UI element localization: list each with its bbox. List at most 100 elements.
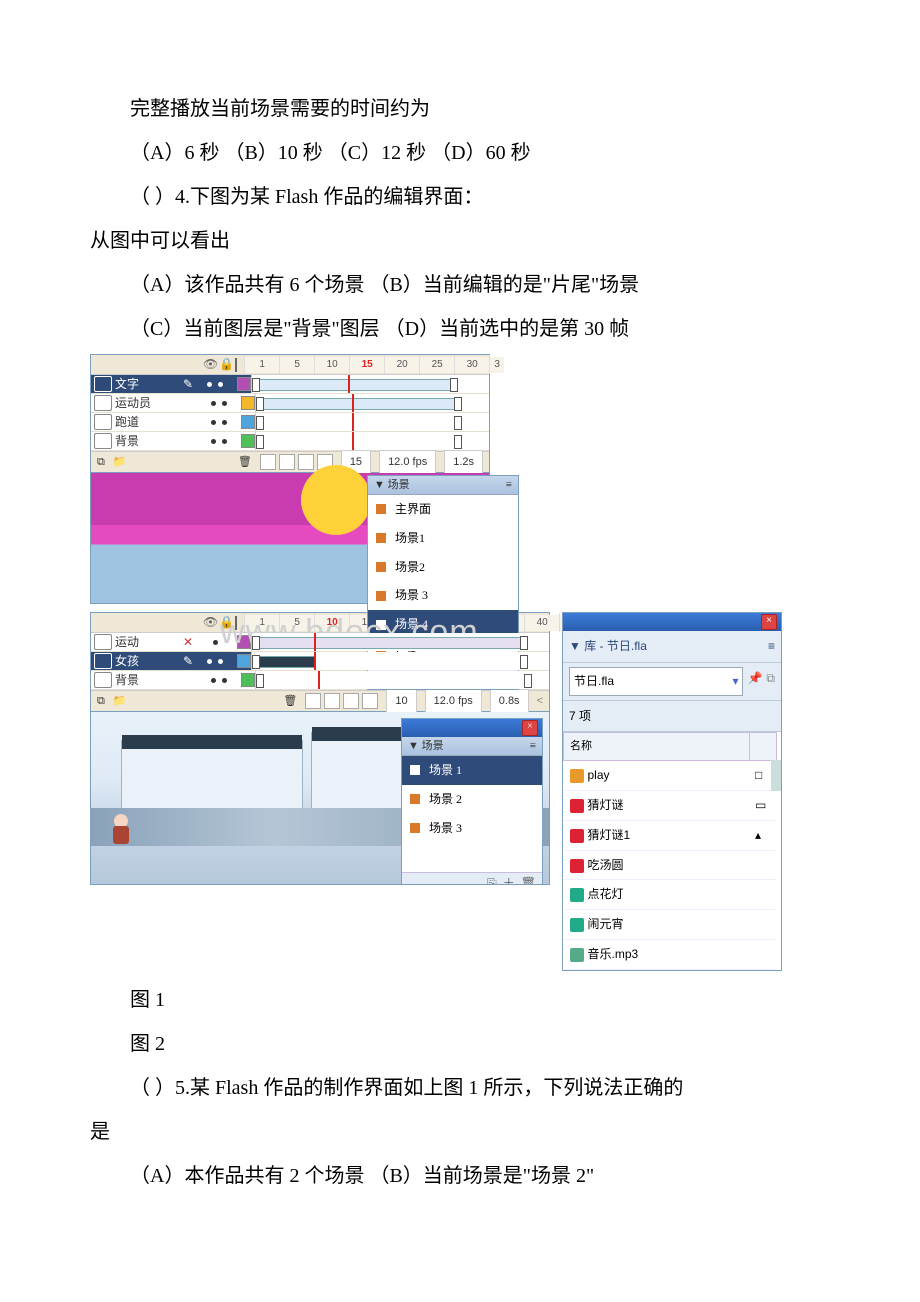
timeline-status: ⧉ 📁 🗑 15 12.0 fps 1.2s xyxy=(91,451,489,472)
elapsed-time: 0.8s xyxy=(490,689,529,714)
q3-options: （A）6 秒 （B）10 秒 （C）12 秒 （D）60 秒 xyxy=(90,134,820,172)
movieclip-icon xyxy=(570,829,584,843)
layer-color xyxy=(237,654,251,668)
close-icon[interactable]: × xyxy=(522,720,538,736)
layer-row[interactable]: 背景 xyxy=(91,432,489,451)
layer-type-icon xyxy=(94,395,112,411)
outline-icon xyxy=(235,616,237,630)
q3-line1: 完整播放当前场景需要的时间约为 xyxy=(90,90,820,128)
column-header[interactable]: 名称 xyxy=(564,733,750,761)
layer-color xyxy=(237,377,251,391)
scene-panel-title: ▼ 场景 xyxy=(408,736,444,757)
scene-item-selected[interactable]: 场景 1 xyxy=(402,756,542,785)
q4-stem: （ ）4.下图为某 Flash 作品的编辑界面： xyxy=(90,178,820,216)
add-layer-icon[interactable]: ⧉ xyxy=(97,452,105,473)
layer-type-icon xyxy=(94,653,112,669)
list-item[interactable]: play□ xyxy=(564,761,777,791)
eye-icon: 👁 xyxy=(203,611,218,634)
add-layer-icon[interactable]: ⧉ xyxy=(97,691,105,712)
graphic-icon xyxy=(570,888,584,902)
movieclip-icon xyxy=(570,799,584,813)
library-title: ▼ 库 - 节日.fla xyxy=(569,639,647,653)
fig2-label: 图 2 xyxy=(90,1025,820,1063)
delete-scene-icon[interactable]: 🗑 xyxy=(521,872,536,885)
layer-type-icon xyxy=(94,414,112,430)
layer-color xyxy=(241,434,255,448)
panel-menu-icon[interactable]: ≡ xyxy=(506,475,512,496)
button-symbol-icon xyxy=(570,769,584,783)
library-table: 名称 play□ 猜灯谜▭ 猜灯谜1▴ 吃汤圆 点花灯 闹元宵 音乐.mp3 xyxy=(563,732,781,969)
q5-optA: （A）本作品共有 2 个场景 （B）当前场景是"场景 2" xyxy=(90,1157,820,1195)
list-item[interactable]: 闹元宵 xyxy=(564,910,777,940)
eye-icon: 👁 xyxy=(203,353,218,376)
trash-icon[interactable]: 🗑 xyxy=(283,691,297,712)
q4-optA: （A）该作品共有 6 个场景 （B）当前编辑的是"片尾"场景 xyxy=(90,266,820,304)
layer-name: 背景 xyxy=(115,669,183,692)
trash-icon[interactable]: 🗑 xyxy=(238,452,252,473)
fps-value: 12.0 fps xyxy=(425,689,482,714)
onion-skin-icons[interactable] xyxy=(305,693,378,709)
q4-optC: （C）当前图层是"背景"图层 （D）当前选中的是第 30 帧 xyxy=(90,310,820,348)
elapsed-time: 1.2s xyxy=(444,450,483,475)
duplicate-scene-icon[interactable]: ⎘ xyxy=(487,872,497,885)
add-scene-icon[interactable]: ＋ xyxy=(503,872,515,885)
lock-icon: 🔒 xyxy=(219,353,234,376)
list-item[interactable]: 猜灯谜▭ xyxy=(564,791,777,821)
layer-list: 文字 ✎ 运动员 xyxy=(91,375,489,451)
fig1-label: 图 1 xyxy=(90,981,820,1019)
stage-canvas: × ▼ 场景 ≡ 场景 1 场景 2 场景 3 ⎘ ＋ 🗑 xyxy=(90,712,550,885)
layer-color xyxy=(241,415,255,429)
lock-icon: 🔒 xyxy=(219,611,234,634)
layer-type-icon xyxy=(94,672,112,688)
list-item[interactable]: 吃汤圆 xyxy=(564,850,777,880)
frame-track[interactable] xyxy=(251,375,489,393)
frame-ruler: 1510152025303 xyxy=(244,357,504,373)
movieclip-icon xyxy=(570,859,584,873)
close-icon[interactable]: × xyxy=(761,614,777,630)
library-item-count: 7 项 xyxy=(563,701,781,733)
layer-type-icon xyxy=(94,433,112,449)
graphic-icon xyxy=(570,918,584,932)
add-folder-icon[interactable]: 📁 xyxy=(113,452,127,473)
scene-item[interactable]: 场景 2 xyxy=(402,785,542,814)
stage-canvas: ▼ 场景≡ 主界面 场景1 场景2 场景 3 场景 4 片尾 ⎘＋🗑 xyxy=(90,473,490,604)
q5-tail: 是 xyxy=(90,1113,820,1151)
list-item[interactable]: 猜灯谜1▴ xyxy=(564,820,777,850)
new-library-icon[interactable]: ⧉ xyxy=(766,667,775,696)
layer-color xyxy=(237,635,251,649)
sun-shape xyxy=(301,465,371,535)
outline-icon xyxy=(235,358,237,372)
panel-menu-icon[interactable]: ≡ xyxy=(530,736,536,757)
scene-panel: × ▼ 场景 ≡ 场景 1 场景 2 场景 3 ⎘ ＋ 🗑 xyxy=(401,718,543,885)
layer-color xyxy=(241,396,255,410)
girl-character xyxy=(109,814,133,844)
scene-item[interactable]: 场景2 xyxy=(368,553,518,582)
scene-panel-title: ▼ 场景≡ xyxy=(368,476,518,495)
q4-lead: 从图中可以看出 xyxy=(90,222,820,260)
library-file-select[interactable]: 节日.fla▾ xyxy=(569,667,743,696)
q5-stem: （ ）5.某 Flash 作品的制作界面如上图 1 所示，下列说法正确的 xyxy=(90,1069,820,1107)
pencil-icon: ✎ xyxy=(183,373,193,396)
flash-panel-1: 👁 🔒 1510152025303 文字 ✎ xyxy=(90,354,490,473)
scene-item[interactable]: 场景1 xyxy=(368,524,518,553)
layer-row[interactable]: 背景 xyxy=(91,671,549,690)
panel-menu-icon[interactable]: ≡ xyxy=(768,635,775,658)
column-header[interactable] xyxy=(749,733,776,761)
pin-icon[interactable]: 📌 xyxy=(747,667,762,696)
sound-icon xyxy=(570,948,584,962)
layer-color xyxy=(241,673,255,687)
list-item[interactable]: 点花灯 xyxy=(564,880,777,910)
layer-name: 背景 xyxy=(115,430,183,453)
timeline-status: ⧉ 📁 🗑 10 12.0 fps 0.8s < xyxy=(91,690,549,711)
layer-type-icon xyxy=(94,376,112,392)
layer-type-icon xyxy=(94,634,112,650)
fps-value: 12.0 fps xyxy=(379,450,436,475)
list-item[interactable]: 音乐.mp3 xyxy=(564,940,777,970)
pencil-icon: ✎ xyxy=(183,650,193,673)
current-frame: 10 xyxy=(386,689,416,714)
scene-item[interactable]: 场景 3 xyxy=(402,814,542,843)
library-panel: × ▼ 库 - 节日.fla ≡ 节日.fla▾ 📌 ⧉ 7 项 名称 play□… xyxy=(562,612,782,971)
scene-item[interactable]: 场景 3 xyxy=(368,581,518,610)
scene-item[interactable]: 主界面 xyxy=(368,495,518,524)
add-folder-icon[interactable]: 📁 xyxy=(113,691,127,712)
